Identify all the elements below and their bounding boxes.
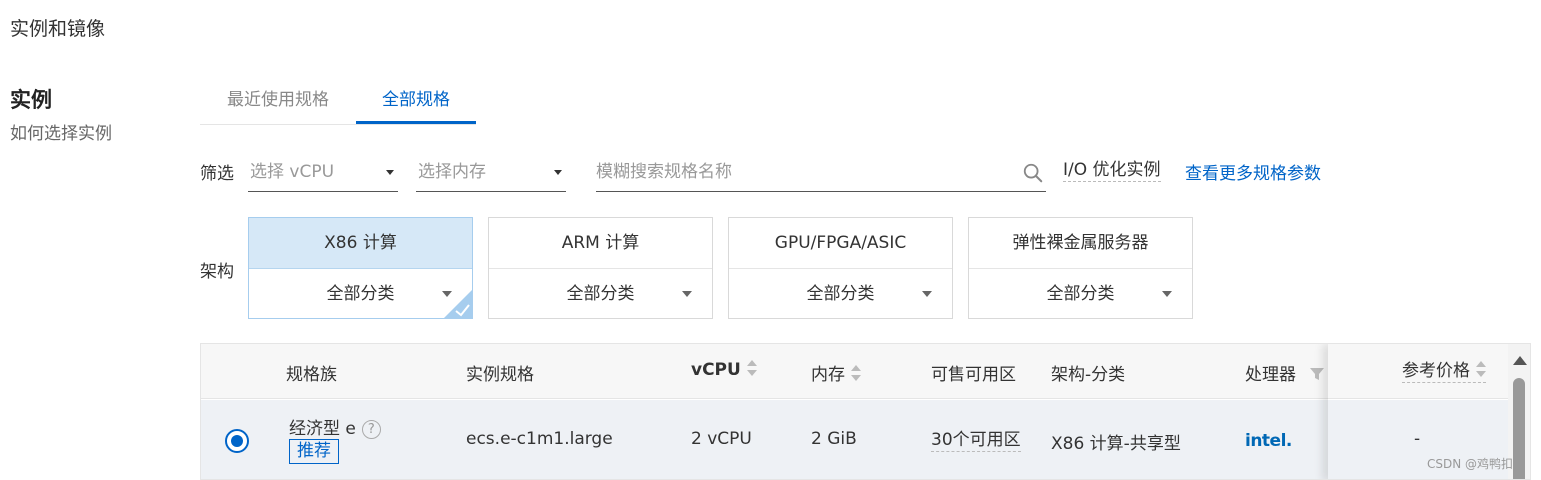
arch-category-value: 全部分类 — [1046, 284, 1115, 304]
caret-down-icon — [1162, 291, 1172, 297]
caret-down-icon — [554, 170, 562, 175]
scroll-thumb[interactable] — [1513, 378, 1525, 479]
price-header: 参考价格 — [1328, 344, 1508, 399]
th-arch: 架构-分类 — [1051, 365, 1126, 385]
arch-card-name: 弹性裸金属服务器 — [969, 218, 1192, 269]
arch-category-select[interactable]: 全部分类 — [489, 269, 712, 318]
arch-card-name: ARM 计算 — [489, 218, 712, 269]
arch-category-select[interactable]: 全部分类 — [969, 269, 1192, 318]
io-optimized-toggle[interactable]: I/O 优化实例 — [1063, 159, 1161, 182]
filter-icon[interactable] — [1309, 366, 1325, 382]
arch-card-name: GPU/FPGA/ASIC — [729, 218, 952, 269]
th-vcpu-label: vCPU — [691, 360, 741, 380]
arch-cell: X86 计算-共享型 — [1051, 434, 1181, 454]
th-memory[interactable]: 内存 — [811, 360, 861, 385]
arch-card-name: X86 计算 — [249, 218, 472, 269]
vcpu-cell: 2 vCPU — [691, 429, 752, 449]
spec-search — [596, 155, 1046, 192]
th-spec: 实例规格 — [466, 365, 534, 385]
sort-icon[interactable] — [1476, 361, 1486, 379]
architecture-label: 架构 — [200, 262, 234, 282]
vcpu-select-placeholder: 选择 vCPU — [250, 162, 335, 182]
caret-down-icon — [922, 291, 932, 297]
family-value: 经济型 e — [289, 419, 356, 439]
row-radio[interactable] — [225, 429, 249, 453]
arch-card-x86[interactable]: X86 计算 全部分类 — [248, 217, 473, 319]
sort-icon[interactable] — [851, 365, 861, 383]
arch-category-select[interactable]: 全部分类 — [729, 269, 952, 318]
th-price[interactable]: 参考价格 — [1402, 360, 1486, 383]
tab-all-specs[interactable]: 全部规格 — [356, 86, 476, 124]
th-processor-label: 处理器 — [1245, 365, 1296, 385]
spec-search-input[interactable] — [596, 155, 1006, 189]
th-family: 规格族 — [286, 365, 337, 385]
scroll-up-icon[interactable] — [1513, 356, 1527, 365]
th-zones: 可售可用区 — [931, 365, 1016, 385]
help-icon[interactable]: ? — [361, 420, 381, 439]
memory-select[interactable]: 选择内存 — [416, 155, 566, 192]
intel-logo: intel. — [1245, 431, 1292, 451]
th-memory-label: 内存 — [811, 365, 845, 385]
instance-title: 实例 — [10, 88, 52, 112]
filter-label: 筛选 — [200, 164, 234, 184]
recommend-badge: 推荐 — [289, 439, 339, 464]
arch-category-value: 全部分类 — [566, 284, 635, 304]
caret-down-icon — [386, 170, 394, 175]
th-price-label: 参考价格 — [1402, 361, 1470, 381]
zones-cell[interactable]: 30个可用区 — [931, 429, 1021, 452]
arch-card-bare-metal[interactable]: 弹性裸金属服务器 全部分类 — [968, 217, 1193, 319]
spec-cell: ecs.e-c1m1.large — [466, 429, 613, 449]
more-spec-params-link[interactable]: 查看更多规格参数 — [1185, 159, 1321, 184]
selected-check-icon — [444, 290, 472, 318]
tabs-divider — [200, 124, 476, 125]
arch-category-value: 全部分类 — [326, 284, 395, 304]
memory-select-placeholder: 选择内存 — [418, 162, 486, 182]
price-cell: - — [1414, 429, 1421, 449]
caret-down-icon — [682, 291, 692, 297]
family-cell: 经济型 e? — [289, 414, 381, 439]
arch-card-arm[interactable]: ARM 计算 全部分类 — [488, 217, 713, 319]
arch-category-select[interactable]: 全部分类 — [249, 269, 472, 318]
sort-icon[interactable] — [746, 360, 757, 378]
th-vcpu[interactable]: vCPU — [691, 360, 757, 380]
th-processor[interactable]: 处理器 — [1245, 360, 1325, 385]
tab-recent-specs[interactable]: 最近使用规格 — [200, 86, 356, 124]
instance-help-link[interactable]: 如何选择实例 — [10, 119, 112, 144]
arch-category-value: 全部分类 — [806, 284, 875, 304]
search-icon[interactable] — [1022, 162, 1044, 184]
vcpu-select[interactable]: 选择 vCPU — [248, 155, 398, 192]
radio-selected-dot — [231, 435, 243, 447]
watermark: CSDN @鸡鸭扣 — [1427, 457, 1514, 471]
section-title: 实例和镜像 — [10, 18, 106, 40]
spec-table: 规格族 实例规格 vCPU 内存 可售可用区 架构-分类 处理器 经济型 e? … — [200, 343, 1531, 480]
arch-card-gpu[interactable]: GPU/FPGA/ASIC 全部分类 — [728, 217, 953, 319]
memory-cell: 2 GiB — [811, 429, 857, 449]
